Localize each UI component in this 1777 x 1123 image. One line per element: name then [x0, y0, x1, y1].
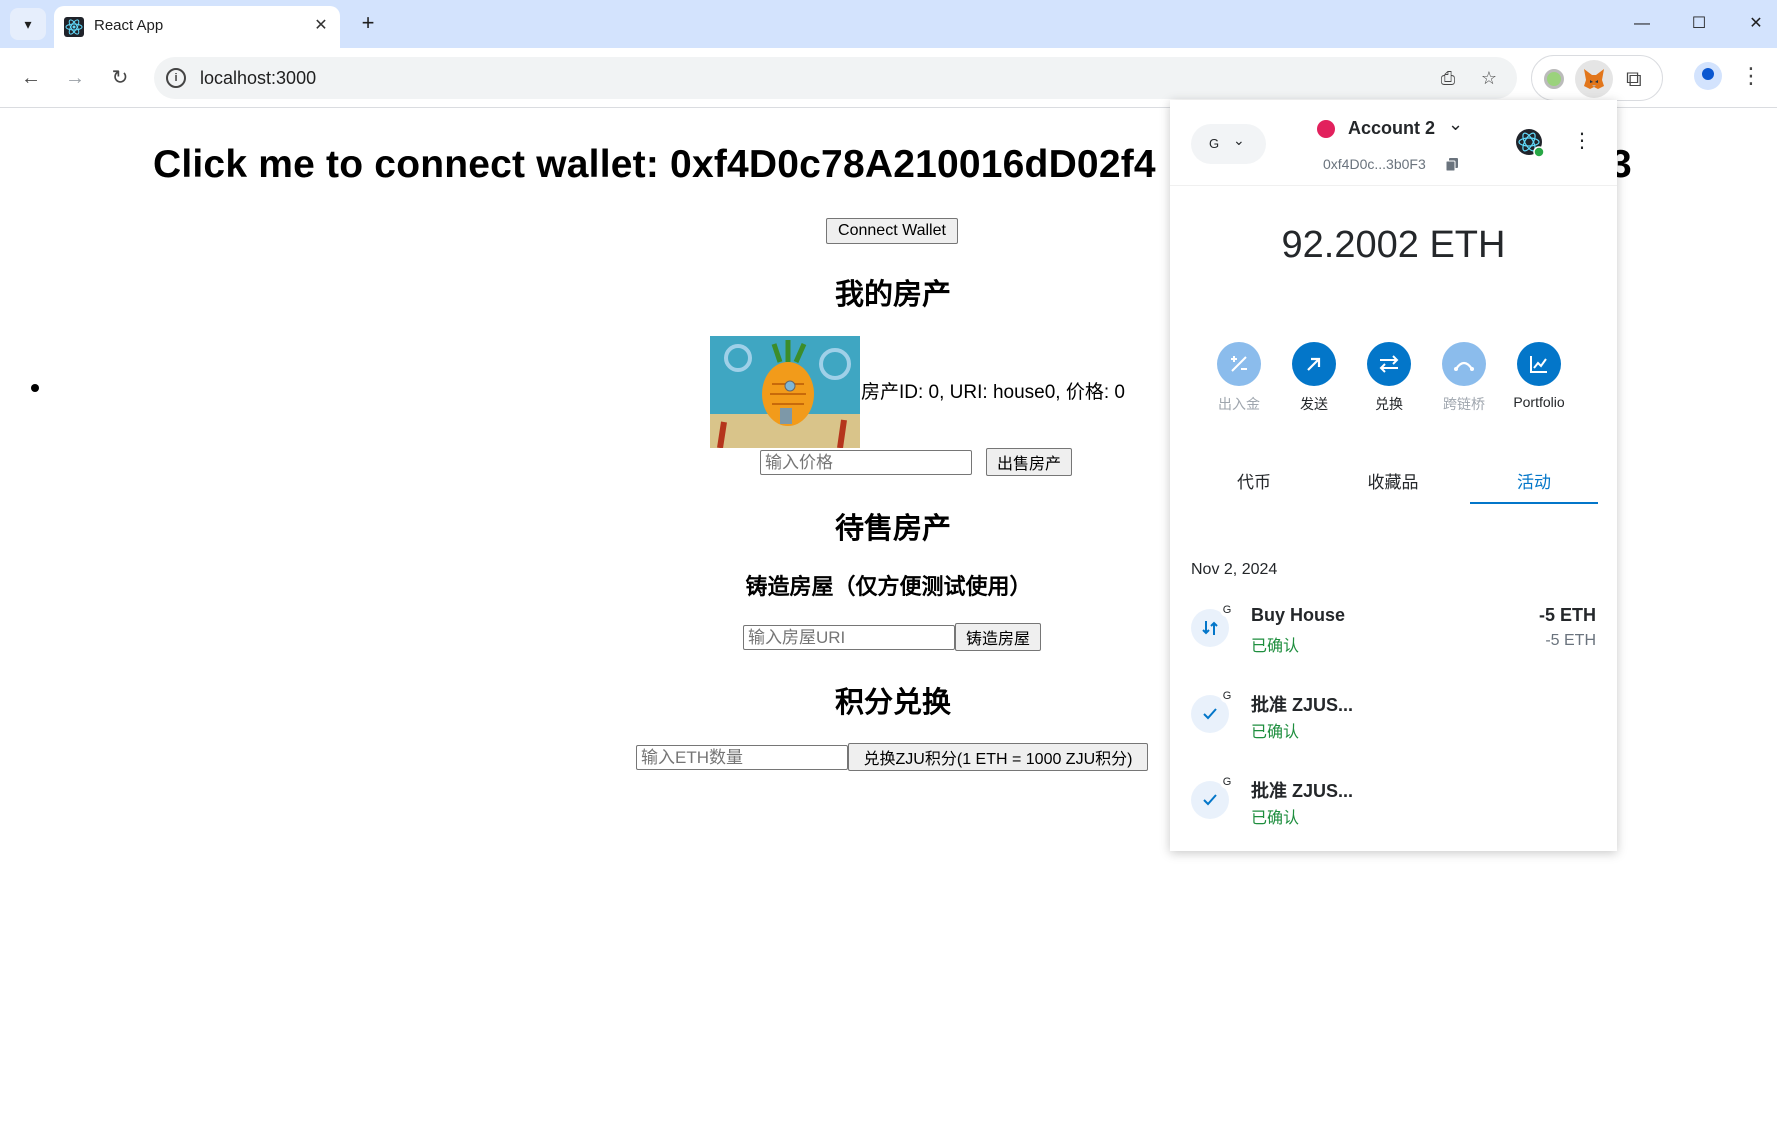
arrow-up-right-icon — [1292, 342, 1336, 386]
action-label: 发送 — [1300, 396, 1328, 412]
close-window-icon[interactable]: ✕ — [1742, 12, 1770, 36]
sell-house-button[interactable]: 出售房产 — [986, 448, 1072, 476]
action-buttons: 出入金 发送 兑换 跨链桥 Portfolio — [1204, 342, 1584, 422]
send-action[interactable]: 发送 — [1279, 342, 1349, 414]
activity-date: Nov 2, 2024 — [1191, 561, 1278, 578]
metamask-header: G ⌄ Account 2 ⌄ 0xf4D0c...3b0F3 ⋮ — [1170, 100, 1617, 186]
metamask-fox-icon[interactable] — [1575, 60, 1613, 98]
transaction-title: 批准 ZJUS... — [1251, 695, 1354, 715]
copy-icon[interactable] — [1446, 158, 1458, 171]
site-info-icon[interactable]: i — [166, 68, 186, 88]
list-bullet — [31, 384, 39, 392]
transaction-title: 批准 ZJUS... — [1251, 781, 1354, 801]
wallet-title-text: Click me to connect wallet: 0xf4D0c78A21… — [153, 143, 1156, 186]
exchange-points-button[interactable]: 兑换ZJU积分(1 ETH = 1000 ZJU积分) — [848, 743, 1148, 771]
network-badge: G — [1220, 603, 1234, 617]
network-selector[interactable]: G ⌄ — [1191, 124, 1266, 164]
house-item-text: 房产ID: 0, URI: house0, 价格: 0 — [861, 382, 1125, 403]
tab-activity[interactable]: 活动 — [1470, 468, 1598, 504]
house-uri-input[interactable]: 输入房屋URI — [743, 625, 955, 650]
url-text[interactable]: localhost:3000 — [200, 68, 316, 89]
connected-site-icon[interactable] — [1515, 128, 1545, 158]
tab-title: React App — [94, 17, 164, 34]
extension-status-icon[interactable] — [1544, 69, 1564, 89]
price-input[interactable]: 输入价格 — [760, 450, 972, 475]
maximize-icon[interactable]: ☐ — [1685, 12, 1713, 36]
transaction-row[interactable]: G 批准 ZJUS... 已确认 — [1170, 689, 1617, 771]
transaction-row[interactable]: G 批准 ZJUS... 已确认 — [1170, 775, 1617, 851]
metamask-popup: G ⌄ Account 2 ⌄ 0xf4D0c...3b0F3 ⋮ 92.200… — [1170, 100, 1617, 851]
tab-tokens[interactable]: 代币 — [1190, 468, 1318, 504]
new-tab-icon[interactable]: + — [356, 12, 380, 36]
browser-tab-bar: ▾ React App ✕ + — ☐ ✕ — [0, 0, 1777, 48]
extensions-puzzle-icon[interactable]: ⧉ — [1626, 66, 1642, 92]
transaction-status: 已确认 — [1251, 724, 1300, 741]
metamask-tabs: 代币 收藏品 活动 — [1190, 468, 1598, 504]
address-bar[interactable]: i localhost:3000 ⎙ ☆ — [154, 57, 1517, 99]
page-title[interactable]: Click me to connect wallet: 0xf4D0c78A21… — [153, 143, 1156, 187]
account-name[interactable]: Account 2 — [1348, 118, 1435, 139]
action-label: 出入金 — [1218, 396, 1260, 412]
transaction-amount: -5 ETH — [1538, 605, 1596, 625]
close-tab-icon[interactable]: ✕ — [310, 15, 332, 37]
action-label: Portfolio — [1513, 394, 1565, 410]
action-label: 兑换 — [1375, 396, 1403, 412]
action-label: 跨链桥 — [1443, 396, 1485, 412]
transaction-row[interactable]: G Buy House 已确认 -5 ETH -5 ETH — [1170, 603, 1617, 685]
chart-icon — [1517, 342, 1561, 386]
swap-icon — [1367, 342, 1411, 386]
account-address[interactable]: 0xf4D0c...3b0F3 — [1323, 156, 1426, 172]
bridge-icon — [1442, 342, 1486, 386]
eth-amount-input[interactable]: 输入ETH数量 — [636, 745, 848, 770]
buy-sell-action[interactable]: 出入金 — [1204, 342, 1274, 414]
back-icon[interactable]: ← — [15, 62, 47, 94]
forward-icon[interactable]: → — [59, 62, 91, 94]
extensions-group: ⧉ — [1531, 55, 1663, 101]
bridge-action[interactable]: 跨链桥 — [1429, 342, 1499, 414]
tab-collectibles[interactable]: 收藏品 — [1329, 468, 1457, 504]
browser-tab[interactable]: React App ✕ — [54, 6, 340, 48]
browser-menu-icon[interactable]: ⋮ — [1740, 62, 1762, 90]
plus-minus-icon — [1217, 342, 1261, 386]
reload-icon[interactable]: ↻ — [104, 62, 136, 94]
connect-wallet-button[interactable]: Connect Wallet — [826, 218, 958, 244]
swap-action[interactable]: 兑换 — [1354, 342, 1424, 414]
mint-house-button[interactable]: 铸造房屋 — [955, 623, 1041, 651]
react-logo-icon — [64, 17, 84, 37]
transaction-status: 已确认 — [1251, 810, 1300, 827]
eth-balance: 92.2002 ETH — [1281, 224, 1506, 266]
account-avatar-dot — [1317, 120, 1335, 138]
portfolio-action[interactable]: Portfolio — [1504, 342, 1574, 410]
transaction-title: Buy House — [1251, 605, 1346, 625]
metamask-menu-icon[interactable]: ⋮ — [1572, 128, 1592, 153]
transaction-status: 已确认 — [1251, 638, 1300, 655]
house-image — [710, 336, 860, 448]
network-label: G — [1209, 136, 1220, 151]
install-app-icon[interactable]: ⎙ — [1436, 66, 1460, 90]
account-chevron-down-icon[interactable]: ⌄ — [1448, 114, 1463, 135]
network-badge: G — [1220, 689, 1234, 703]
network-badge: G — [1220, 775, 1234, 789]
browser-toolbar: ← → ↻ i localhost:3000 ⎙ ☆ ⧉ ⋮ — [0, 48, 1777, 108]
transaction-amount-secondary: -5 ETH — [1545, 632, 1596, 649]
minimize-icon[interactable]: — — [1628, 12, 1656, 36]
tab-search-chevron-icon[interactable]: ▾ — [10, 8, 46, 40]
bookmark-star-icon[interactable]: ☆ — [1477, 66, 1501, 90]
profile-avatar-icon[interactable] — [1694, 62, 1722, 90]
chevron-down-icon: ⌄ — [1233, 132, 1245, 148]
